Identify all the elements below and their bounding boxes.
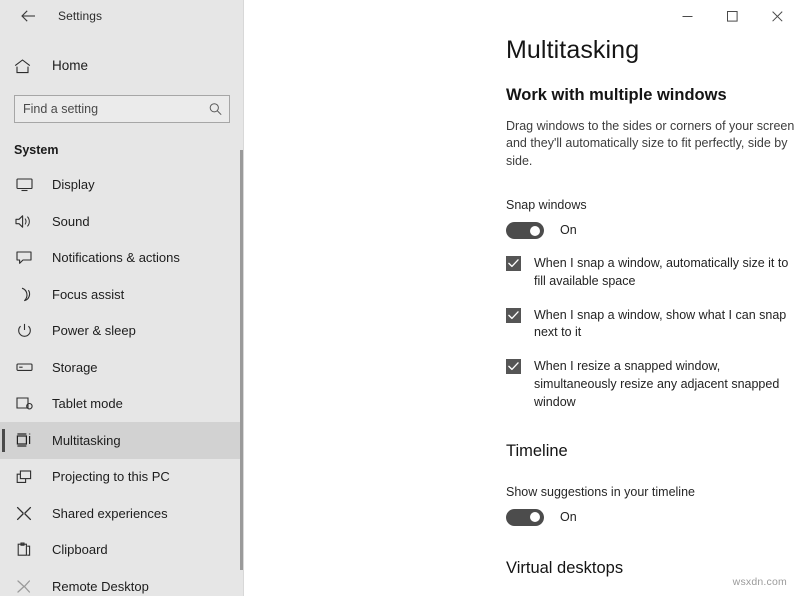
search-box[interactable] [14, 95, 230, 123]
project-screen-icon [14, 467, 34, 487]
home-icon [14, 58, 36, 74]
sidebar-item-shared-experiences[interactable]: Shared experiences [0, 495, 244, 532]
sidebar-home-label: Home [52, 58, 89, 74]
maximize-button[interactable] [710, 0, 755, 32]
sidebar-item-clipboard[interactable]: Clipboard [0, 532, 244, 569]
section-heading-virtual-desktops: Virtual desktops [506, 558, 624, 577]
watermark: wsxdn.com [732, 576, 787, 588]
sidebar-item-tablet-mode[interactable]: Tablet mode [0, 386, 244, 423]
titlebar-left: Settings [0, 0, 244, 32]
checkbox-checked-icon[interactable] [506, 307, 521, 323]
sidebar-item-power-sleep[interactable]: Power & sleep [0, 313, 244, 350]
sidebar-group-title: System [14, 143, 59, 157]
settings-window: Settings Home System [0, 0, 800, 596]
share-nodes-icon [14, 503, 34, 523]
sidebar-item-sound[interactable]: Sound [0, 203, 244, 240]
close-button[interactable] [755, 0, 800, 32]
snap-windows-toggle-state: On [560, 223, 577, 238]
notification-icon [14, 248, 34, 268]
sidebar-item-label: Storage [52, 359, 98, 375]
clipboard-icon [14, 540, 34, 560]
toggle-knob [530, 225, 540, 236]
sidebar-nav-list: Display Sound Notifications & actions Fo… [0, 167, 244, 596]
sidebar-item-display[interactable]: Display [0, 167, 244, 204]
monitor-icon [14, 175, 34, 195]
moon-icon [14, 284, 34, 304]
toggle-knob [530, 512, 540, 523]
checkbox-checked-icon[interactable] [506, 256, 521, 272]
sidebar-item-storage[interactable]: Storage [0, 349, 244, 386]
sidebar-item-label: Remote Desktop [52, 578, 149, 594]
sidebar-item-label: Power & sleep [52, 323, 136, 339]
sidebar-item-label: Clipboard [52, 542, 108, 558]
sidebar-item-label: Sound [52, 213, 90, 229]
section-description: Drag windows to the sides or corners of … [506, 118, 795, 169]
snap-windows-toggle[interactable] [506, 222, 544, 240]
page-title: Multitasking [506, 36, 640, 64]
sidebar-item-label: Focus assist [52, 286, 125, 302]
tablet-icon [14, 394, 34, 414]
snap-windows-label: Snap windows [506, 197, 587, 212]
checkbox-row-fill-available-space[interactable]: When I snap a window, automatically size… [506, 255, 800, 291]
remote-desktop-icon [14, 576, 34, 596]
timeline-suggestions-toggle-row: On [506, 508, 800, 526]
multitasking-icon [14, 430, 34, 450]
sidebar-item-remote-desktop[interactable]: Remote Desktop [0, 568, 244, 596]
sidebar-item-focus-assist[interactable]: Focus assist [0, 276, 244, 313]
checkbox-label: When I resize a snapped window, simultan… [534, 359, 780, 409]
checkbox-checked-icon[interactable] [506, 359, 521, 375]
checkbox-row-resize-adjacent-window[interactable]: When I resize a snapped window, simultan… [506, 358, 800, 411]
timeline-suggestions-label: Show suggestions in your timeline [506, 484, 695, 499]
snap-windows-block: Snap windows On [506, 197, 800, 240]
timeline-suggestions-block: Show suggestions in your timeline On [506, 484, 800, 526]
snap-windows-toggle-row: On [506, 222, 800, 240]
sidebar-item-projecting-to-this-pc[interactable]: Projecting to this PC [0, 459, 244, 496]
sidebar-item-multitasking[interactable]: Multitasking [0, 422, 244, 459]
timeline-suggestions-toggle-state: On [560, 510, 577, 525]
sidebar-item-label: Multitasking [52, 432, 121, 448]
speaker-icon [14, 211, 34, 231]
checkbox-label: When I snap a window, automatically size… [534, 256, 789, 288]
sidebar-item-label: Projecting to this PC [52, 469, 170, 485]
sidebar-item-home[interactable]: Home [0, 46, 244, 86]
settings-content: Multitasking Work with multiple windows … [244, 0, 800, 596]
window-controls [665, 0, 800, 32]
search-input[interactable] [15, 96, 229, 122]
section-heading-work-with-multiple-windows: Work with multiple windows [506, 85, 727, 104]
checkbox-row-show-snap-suggestions[interactable]: When I snap a window, show what I can sn… [506, 307, 800, 343]
drive-icon [14, 357, 34, 377]
sidebar-item-label: Tablet mode [52, 396, 123, 412]
minimize-button[interactable] [665, 0, 710, 32]
sidebar: Settings Home System [0, 0, 244, 596]
window-title: Settings [58, 9, 103, 23]
sidebar-item-notifications-actions[interactable]: Notifications & actions [0, 240, 244, 277]
timeline-suggestions-toggle[interactable] [506, 508, 544, 526]
section-heading-timeline: Timeline [506, 442, 568, 461]
snap-checkbox-group: When I snap a window, automatically size… [506, 255, 800, 411]
checkbox-label: When I snap a window, show what I can sn… [534, 307, 787, 340]
back-arrow-icon[interactable] [13, 4, 43, 28]
main-content: Multitasking Work with multiple windows … [244, 0, 800, 596]
sidebar-item-label: Shared experiences [52, 505, 168, 521]
power-icon [14, 321, 34, 341]
sidebar-item-label: Notifications & actions [52, 250, 180, 266]
sidebar-item-label: Display [52, 177, 95, 193]
